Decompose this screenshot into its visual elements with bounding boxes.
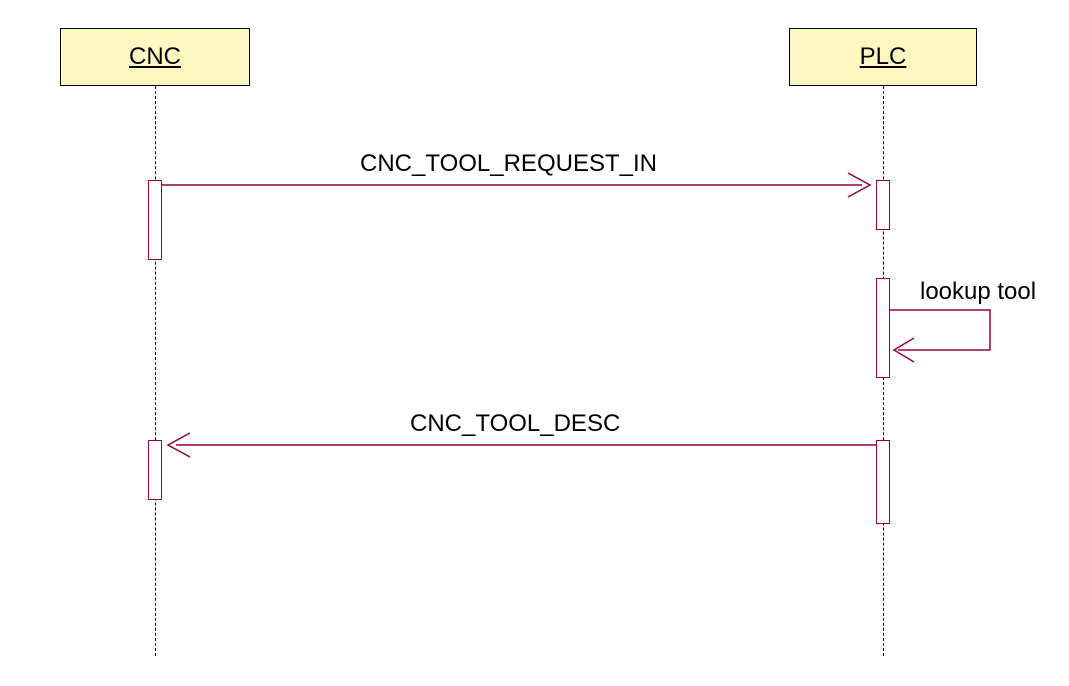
activation-plc-3 [876,440,890,524]
arrowhead-request [848,173,870,197]
arrowhead-lookup [894,338,914,362]
activation-cnc-1 [148,180,162,260]
activation-plc-1 [876,180,890,230]
participant-box-plc: PLC [789,28,977,86]
arrows-layer [0,0,1069,686]
sequence-diagram: CNC PLC CNC_TOOL_REQUEST_IN lookup tool … [0,0,1069,686]
arrowhead-desc [168,433,190,457]
message-label-desc: CNC_TOOL_DESC [410,410,620,438]
participant-label-cnc: CNC [129,43,181,70]
message-label-request: CNC_TOOL_REQUEST_IN [360,150,657,178]
message-label-lookup: lookup tool [920,278,1036,306]
lifeline-cnc [155,86,156,656]
activation-cnc-2 [148,440,162,500]
activation-plc-2 [876,278,890,378]
message-arrow-lookup [890,310,990,350]
participant-box-cnc: CNC [60,28,250,86]
participant-label-plc: PLC [860,43,907,70]
